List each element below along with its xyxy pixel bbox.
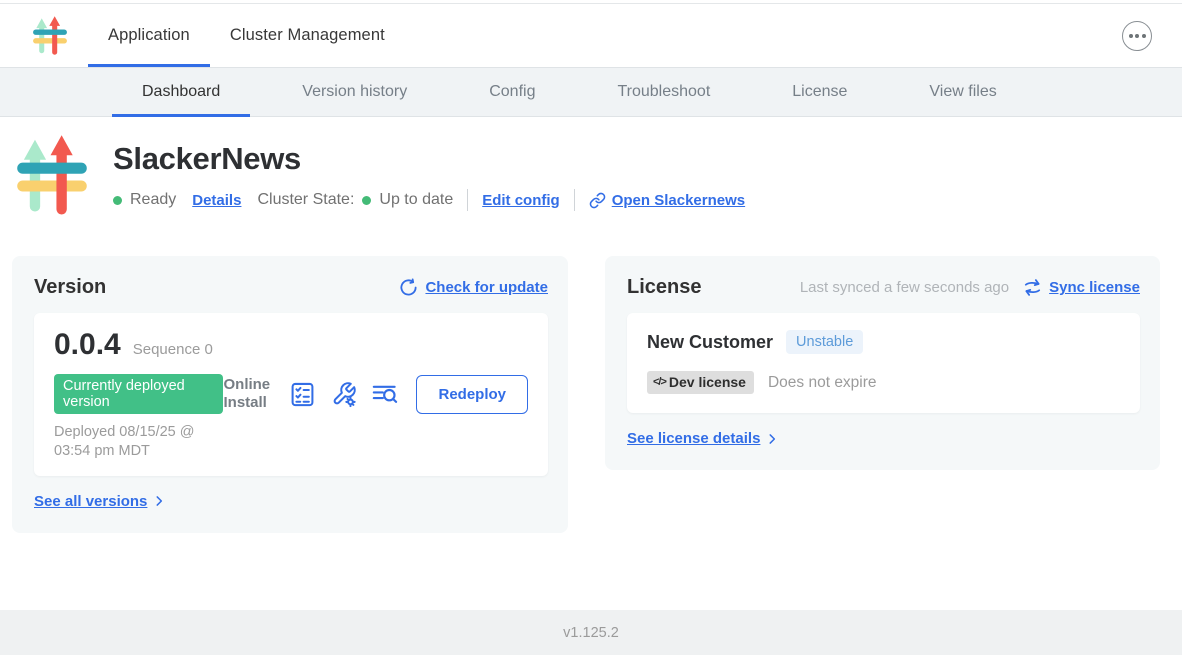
tab-application[interactable]: Application — [88, 4, 210, 67]
console-version-text: v1.125.2 — [563, 625, 619, 641]
cluster-state-dot — [362, 196, 371, 205]
divider — [467, 189, 468, 211]
current-version-panel: 0.0.4 Sequence 0 Currently deployed vers… — [34, 313, 548, 476]
edit-config-link[interactable]: Edit config — [482, 192, 560, 209]
channel-badge: Unstable — [786, 330, 863, 354]
app-status-text: Ready — [130, 191, 176, 209]
version-card-title: Version — [34, 276, 106, 299]
refresh-icon — [399, 278, 418, 297]
tab-version-history[interactable]: Version history — [272, 68, 437, 116]
see-all-versions-link[interactable]: See all versions — [34, 493, 166, 510]
details-link[interactable]: Details — [192, 192, 241, 209]
sequence-label: Sequence 0 — [133, 341, 213, 358]
sync-icon — [1023, 278, 1042, 297]
install-type-label: Online Install — [223, 376, 275, 412]
version-number: 0.0.4 — [54, 328, 121, 362]
preflight-checks-icon[interactable] — [289, 381, 316, 408]
app-logo-icon — [32, 16, 68, 56]
dashboard-cards: Version Check for update 0.0.4 Sequence … — [12, 256, 1170, 533]
chevron-right-icon — [765, 432, 779, 446]
tab-cluster-management[interactable]: Cluster Management — [210, 4, 405, 67]
divider — [574, 189, 575, 211]
license-card: License Last synced a few seconds ago Sy… — [605, 256, 1160, 470]
tab-config[interactable]: Config — [459, 68, 565, 116]
check-for-update-link[interactable]: Check for update — [425, 279, 548, 296]
version-card: Version Check for update 0.0.4 Sequence … — [12, 256, 568, 533]
see-license-details-link[interactable]: See license details — [627, 430, 779, 447]
deployed-status-badge: Currently deployed version — [54, 374, 223, 414]
footer: v1.125.2 — [0, 610, 1182, 655]
chain-link-icon — [589, 192, 606, 209]
app-header: SlackerNews Ready Details Cluster State:… — [0, 135, 1182, 222]
license-expiry: Does not expire — [768, 374, 877, 392]
tab-view-files[interactable]: View files — [899, 68, 1026, 116]
app-bar: Application Cluster Management — [0, 4, 1182, 68]
license-type-badge: </> Dev license — [647, 371, 754, 394]
app-status-dot — [113, 196, 122, 205]
sync-license-link[interactable]: Sync license — [1049, 279, 1140, 296]
chevron-right-icon — [152, 494, 166, 508]
license-card-title: License — [627, 276, 701, 299]
cluster-state-label: Cluster State: — [257, 191, 354, 209]
app-logo — [15, 135, 89, 222]
redeploy-button[interactable]: Redeploy — [416, 375, 528, 414]
open-app-link[interactable]: Open Slackernews — [589, 192, 745, 209]
tab-dashboard[interactable]: Dashboard — [112, 68, 250, 116]
app-status-row: Ready Details Cluster State: Up to date … — [113, 189, 745, 211]
main-content: SlackerNews Ready Details Cluster State:… — [0, 117, 1182, 610]
deploy-logs-icon[interactable] — [371, 381, 398, 408]
customer-name: New Customer — [647, 332, 773, 353]
last-synced-text: Last synced a few seconds ago — [800, 279, 1009, 296]
config-tools-icon[interactable] — [330, 381, 357, 408]
app-logo-icon — [15, 135, 89, 217]
sub-nav: Dashboard Version history Config Trouble… — [0, 68, 1182, 117]
deployed-timestamp: Deployed 08/15/25 @ 03:54 pm MDT — [54, 423, 223, 461]
tab-license[interactable]: License — [762, 68, 877, 116]
app-bar-tabs: Application Cluster Management — [88, 4, 405, 67]
nav-brand[interactable] — [32, 4, 68, 67]
tab-troubleshoot[interactable]: Troubleshoot — [587, 68, 740, 116]
overflow-menu-button[interactable] — [1122, 21, 1152, 51]
cluster-state-value: Up to date — [379, 191, 453, 209]
license-panel: New Customer Unstable </> Dev license Do… — [627, 313, 1140, 413]
code-icon: </> — [653, 376, 666, 388]
ellipsis-icon — [1129, 34, 1133, 38]
page-title: SlackerNews — [113, 141, 745, 177]
